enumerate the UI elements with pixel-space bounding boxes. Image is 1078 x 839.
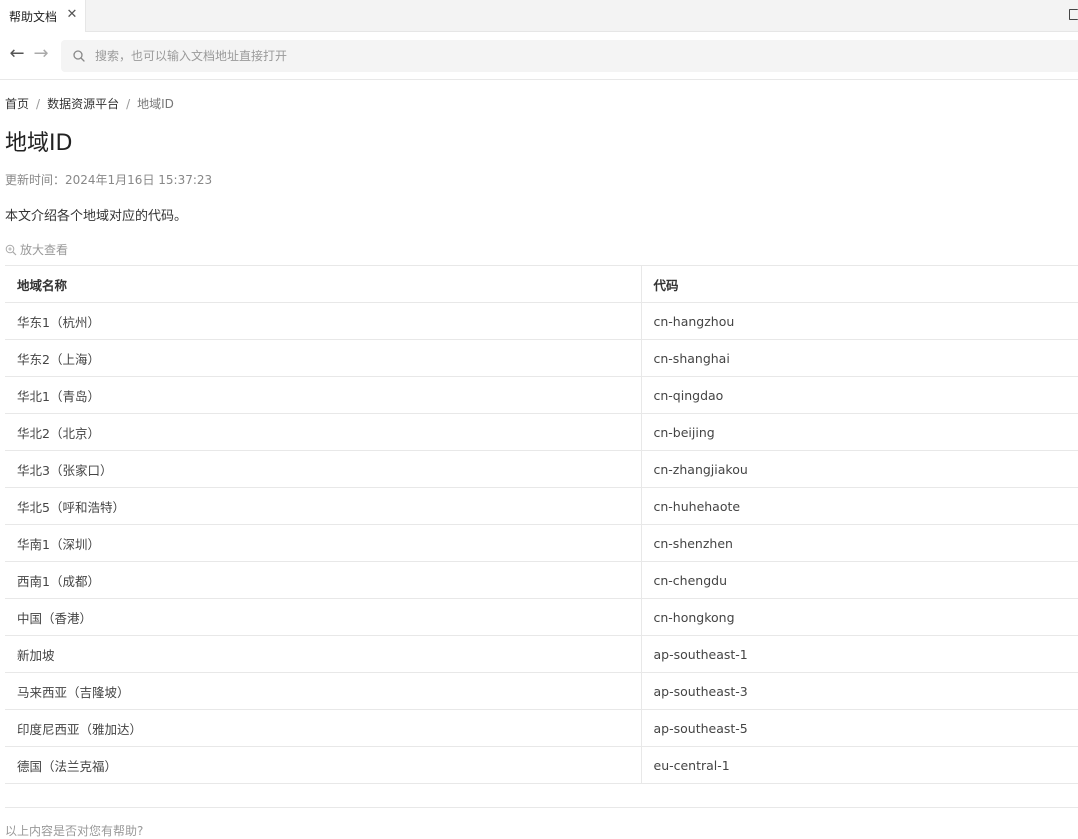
region-code-cell: cn-hangzhou — [641, 302, 1078, 340]
region-name-cell: 华北5（呼和浩特） — [5, 487, 642, 525]
header-region-name: 地域名称 — [5, 265, 642, 303]
page-title: 地域ID — [5, 131, 73, 156]
search-input[interactable] — [95, 40, 1055, 72]
region-code-cell: ap-southeast-3 — [641, 672, 1078, 710]
table-row: 马来西亚（吉隆坡） ap-southeast-3 — [5, 672, 1078, 710]
region-name-cell: 华东2（上海） — [5, 339, 642, 377]
header-code: 代码 — [641, 265, 1078, 303]
region-name-cell: 西南1（成都） — [5, 561, 642, 599]
region-table: 地域名称 代码 华东1（杭州） cn-hangzhou 华东2（上海） cn-shan… — [5, 265, 1078, 784]
arrow-right-icon[interactable]: → — [31, 44, 51, 64]
breadcrumb-separator: / — [36, 97, 41, 111]
region-code-cell: ap-southeast-5 — [641, 709, 1078, 747]
table-row: 中国（香港） cn-hongkong — [5, 598, 1078, 636]
region-name-cell: 德国（法兰克福） — [5, 746, 642, 784]
region-name-cell: 中国（香港） — [5, 598, 642, 636]
region-code-cell: cn-beijing — [641, 413, 1078, 451]
arrow-left-icon[interactable]: ← — [7, 44, 27, 64]
table-row: 华北2（北京） cn-beijing — [5, 413, 1078, 451]
region-name-cell: 华南1（深圳） — [5, 524, 642, 562]
breadcrumb-separator: / — [126, 97, 131, 111]
table-row: 华北3（张家口） cn-zhangjiakou — [5, 450, 1078, 488]
region-code-cell: cn-shanghai — [641, 339, 1078, 377]
breadcrumb-home[interactable]: 首页 — [5, 97, 29, 111]
tab-help-docs[interactable]: 帮助文档 ✕ — [0, 0, 86, 32]
region-code-cell: eu-central-1 — [641, 746, 1078, 784]
search-box[interactable] — [61, 40, 1078, 72]
window-restore-icon[interactable] — [1069, 9, 1078, 20]
feedback-question: 以上内容是否对您有帮助? — [5, 824, 144, 838]
region-code-cell: cn-hongkong — [641, 598, 1078, 636]
breadcrumb: 首页 / 数据资源平台 / 地域ID — [5, 95, 174, 112]
region-name-cell: 马来西亚（吉隆坡） — [5, 672, 642, 710]
region-code-cell: cn-chengdu — [641, 561, 1078, 599]
region-code-cell: cn-qingdao — [641, 376, 1078, 414]
region-code-cell: ap-southeast-1 — [641, 635, 1078, 673]
table-header-row: 地域名称 代码 — [5, 265, 1078, 303]
breadcrumb-data-platform[interactable]: 数据资源平台 — [47, 97, 119, 111]
region-code-cell: cn-huhehaote — [641, 487, 1078, 525]
divider — [5, 807, 1078, 808]
zoom-icon — [5, 244, 17, 255]
zoom-view-link[interactable]: 放大查看 — [5, 241, 68, 258]
table-row: 华北5（呼和浩特） cn-huhehaote — [5, 487, 1078, 525]
region-name-cell: 华北3（张家口） — [5, 450, 642, 488]
address-bar: ← → — [0, 32, 1078, 80]
region-name-cell: 华北2（北京） — [5, 413, 642, 451]
intro-text: 本文介绍各个地域对应的代码。 — [5, 209, 188, 224]
table-row: 华东1（杭州） cn-hangzhou — [5, 302, 1078, 340]
region-name-cell: 华北1（青岛） — [5, 376, 642, 414]
table-row: 印度尼西亚（雅加达） ap-southeast-5 — [5, 709, 1078, 747]
region-code-cell: cn-shenzhen — [641, 524, 1078, 562]
region-name-cell: 华东1（杭州） — [5, 302, 642, 340]
tab-bar: 帮助文档 ✕ — [0, 0, 1078, 32]
table-row: 华南1（深圳） cn-shenzhen — [5, 524, 1078, 562]
tab-label: 帮助文档 — [9, 9, 58, 24]
region-code-cell: cn-zhangjiakou — [641, 450, 1078, 488]
region-name-cell: 印度尼西亚（雅加达） — [5, 709, 642, 747]
region-name-cell: 新加坡 — [5, 635, 642, 673]
table-row: 德国（法兰克福） eu-central-1 — [5, 746, 1078, 784]
table-row: 华东2（上海） cn-shanghai — [5, 339, 1078, 377]
zoom-label: 放大查看 — [20, 243, 69, 257]
table-row: 新加坡 ap-southeast-1 — [5, 635, 1078, 673]
update-time: 更新时间：2024年1月16日 15:37:23 — [5, 173, 213, 187]
breadcrumb-current: 地域ID — [137, 97, 174, 111]
table-row: 华北1（青岛） cn-qingdao — [5, 376, 1078, 414]
table-row: 西南1（成都） cn-chengdu — [5, 561, 1078, 599]
search-icon — [73, 50, 85, 62]
close-icon[interactable]: ✕ — [66, 8, 78, 21]
